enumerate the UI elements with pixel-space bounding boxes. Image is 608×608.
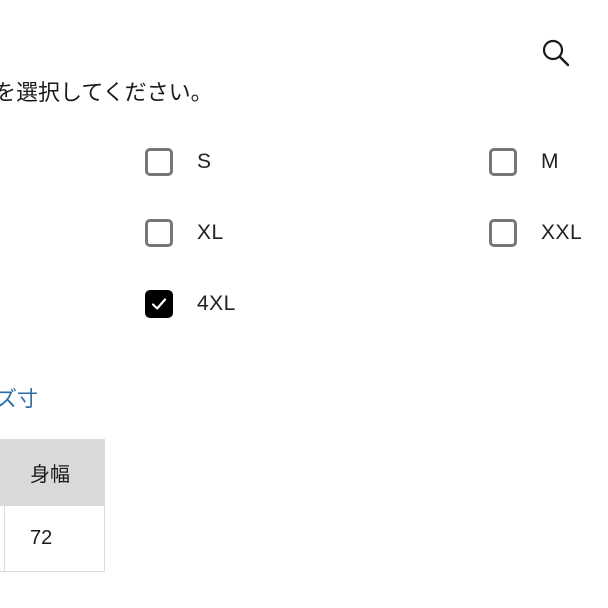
table-header-row: 身幅 <box>0 439 105 506</box>
table-cell: 72 <box>4 505 105 572</box>
size-option-label: S <box>197 150 212 173</box>
size-instruction: を選択してください。 <box>0 74 294 104</box>
table-header-cell: 身幅 <box>4 439 105 506</box>
checkbox[interactable] <box>145 219 173 247</box>
size-option-xl[interactable]: XL <box>145 219 224 247</box>
checkmark-icon <box>151 298 167 310</box>
search-icon <box>542 39 570 67</box>
size-option-m[interactable]: M <box>489 148 559 176</box>
size-table: 身幅 72 <box>0 439 105 572</box>
size-option-label: M <box>541 150 559 173</box>
search-button[interactable] <box>538 36 574 72</box>
size-instruction-text: を選択してください。 <box>0 80 213 104</box>
size-option-4xl[interactable]: 4XL <box>145 290 236 318</box>
size-option-label: XXL <box>541 221 583 244</box>
checkbox[interactable] <box>145 148 173 176</box>
size-option-xxl[interactable]: XXL <box>489 219 582 247</box>
product-size-page: を選択してください。 S M XL XXL 4XL ズ寸 身幅 72 <box>0 0 608 608</box>
size-option-s[interactable]: S <box>145 148 212 176</box>
size-chart-link[interactable]: ズ寸 <box>0 383 38 413</box>
table-row: 72 <box>0 505 105 572</box>
checkbox[interactable] <box>489 148 517 176</box>
size-option-label: XL <box>197 221 224 244</box>
checkbox[interactable] <box>489 219 517 247</box>
checkbox-checked[interactable] <box>145 290 173 318</box>
size-option-label: 4XL <box>197 292 236 315</box>
